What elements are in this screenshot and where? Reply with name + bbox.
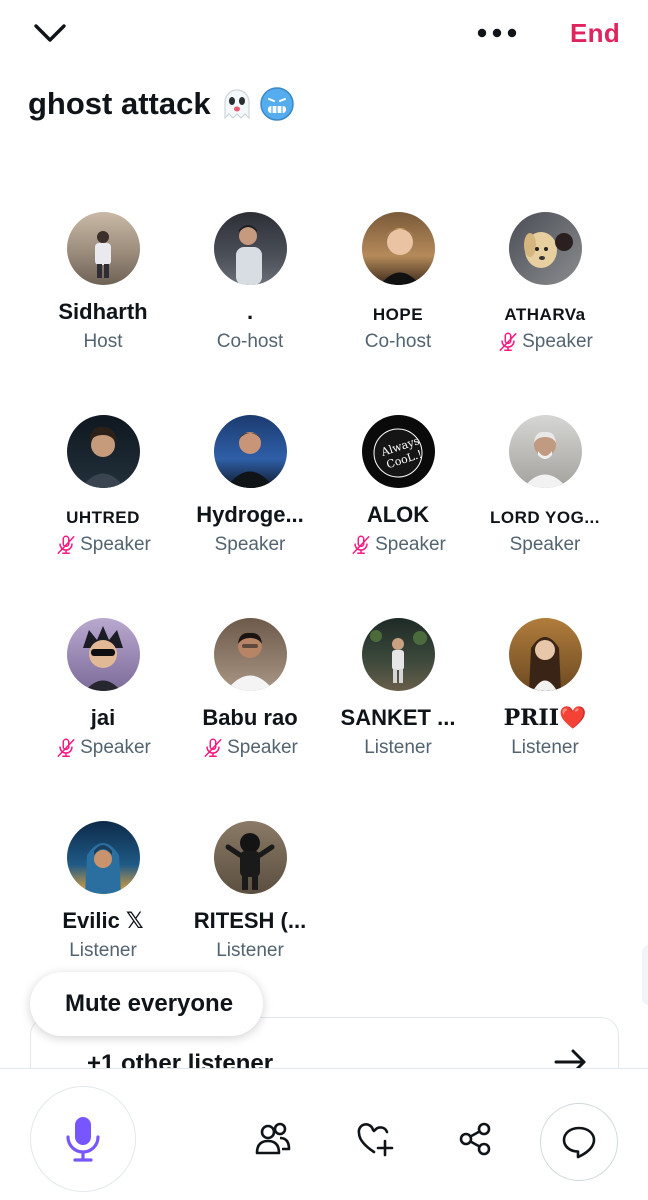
participant-name: RITESH (...: [193, 908, 307, 933]
participant-role: Speaker: [176, 737, 324, 759]
avatar: [213, 212, 287, 285]
chat-bubble-icon: [562, 1126, 596, 1159]
avatar: [66, 821, 140, 894]
participant-role: Host: [83, 331, 123, 352]
participant-name: Sidharth: [58, 299, 148, 324]
participant-name: ALOK: [366, 502, 430, 527]
avatar: Always CooL.!: [361, 415, 435, 488]
participant-role: Listener: [364, 737, 432, 758]
ghost-emoji-icon: [224, 89, 250, 120]
avatar: [213, 415, 287, 488]
participant-role: Speaker: [471, 331, 619, 353]
participant-tile[interactable]: RITESH (... Listener: [176, 814, 324, 962]
microphone-button[interactable]: [30, 1086, 136, 1192]
participant-name: .: [246, 299, 254, 324]
avatar: [66, 415, 140, 488]
mic-off-icon: [352, 535, 370, 554]
space-title: ghost attack: [28, 86, 295, 122]
participant-tile[interactable]: Babu rao Speaker: [176, 611, 324, 759]
participant-tile[interactable]: Hydroge... Speaker: [176, 408, 324, 556]
participant-role: Speaker: [214, 534, 286, 555]
participant-name: jai: [90, 705, 116, 730]
participant-role: Co-host: [364, 331, 432, 352]
people-icon: [255, 1122, 291, 1155]
mic-off-icon: [499, 332, 517, 351]
people-button[interactable]: [253, 1119, 293, 1159]
participant-tile[interactable]: PRII❤️ Listener: [471, 611, 619, 759]
participant-tile[interactable]: ATHARVa Speaker: [471, 205, 619, 353]
participant-role: Speaker: [29, 737, 177, 759]
bottom-bar: [0, 1068, 648, 1200]
participant-name: LORD YOG...: [489, 508, 601, 527]
participant-role: Speaker: [29, 534, 177, 556]
more-horizontal-icon[interactable]: [472, 18, 522, 48]
participant-tile[interactable]: Always CooL.! ALOK Speaker: [324, 408, 472, 556]
chevron-down-icon[interactable]: [30, 14, 70, 54]
chat-button[interactable]: [540, 1103, 618, 1181]
react-button[interactable]: [355, 1119, 395, 1159]
participant-name: PRII❤️: [503, 705, 587, 731]
avatar: [66, 212, 140, 285]
avatar: [361, 618, 435, 691]
participant-name: Hydroge...: [196, 502, 304, 527]
avatar: [361, 212, 435, 285]
participant-name: UHTRED: [66, 508, 140, 527]
avatar: [508, 212, 582, 285]
participant-role: Speaker: [509, 534, 581, 555]
scroll-edge-indicator: [642, 945, 648, 1005]
avatar: [508, 618, 582, 691]
participant-tile[interactable]: jai Speaker: [29, 611, 177, 759]
participant-name: Babu rao: [202, 705, 298, 730]
avatar: [213, 821, 287, 894]
participant-role: Listener: [69, 940, 137, 961]
participant-name: Evilic 𝕏: [62, 908, 144, 933]
avatar: [66, 618, 140, 691]
participant-role: Co-host: [216, 331, 284, 352]
participant-name: HOPE: [372, 305, 424, 324]
space-title-text: ghost attack: [28, 86, 211, 121]
avatar: [213, 618, 287, 691]
mic-off-icon: [57, 535, 75, 554]
participant-tile[interactable]: HOPE Co-host: [324, 205, 472, 353]
participant-name: ATHARVa: [504, 305, 586, 324]
heart-plus-icon: [357, 1123, 394, 1157]
participant-name: SANKET ...: [340, 705, 456, 730]
participant-tile[interactable]: Evilic 𝕏 Listener: [29, 814, 177, 962]
share-icon: [459, 1122, 491, 1156]
participant-role: Listener: [216, 940, 284, 961]
participant-role: Listener: [511, 737, 579, 758]
mic-off-icon: [57, 738, 75, 757]
avatar: [508, 415, 582, 488]
participant-tile[interactable]: UHTRED Speaker: [29, 408, 177, 556]
cold-face-emoji-icon: [259, 87, 294, 121]
participant-tile[interactable]: LORD YOG... Speaker: [471, 408, 619, 556]
participant-tile[interactable]: Sidharth Host: [29, 205, 177, 353]
top-bar: End: [0, 0, 648, 70]
title-emojis: [219, 86, 295, 122]
mic-off-icon: [204, 738, 222, 757]
mute-everyone-button[interactable]: Mute everyone: [30, 972, 264, 1036]
participant-tile[interactable]: . Co-host: [176, 205, 324, 353]
end-space-button[interactable]: End: [570, 18, 620, 49]
participant-tile[interactable]: SANKET ... Listener: [324, 611, 472, 759]
participant-role: Speaker: [324, 534, 472, 556]
share-button[interactable]: [455, 1119, 495, 1159]
microphone-icon: [66, 1117, 100, 1162]
